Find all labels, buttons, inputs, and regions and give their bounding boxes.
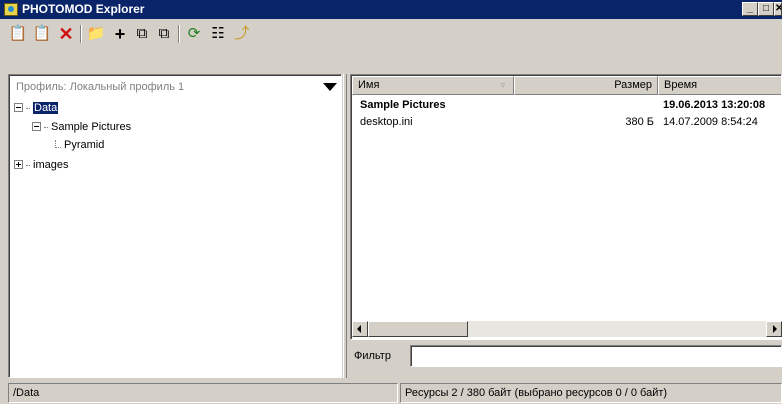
- collapse-icon[interactable]: [32, 121, 41, 131]
- tree-view-icon[interactable]: ☷: [208, 24, 228, 44]
- profile-dropdown-button[interactable]: [319, 79, 339, 95]
- tree-item-label: Data: [33, 102, 59, 114]
- toolbar-separator: [178, 25, 180, 43]
- status-path: /Data: [8, 383, 398, 403]
- close-button[interactable]: ✕: [774, 2, 782, 16]
- profile-label: Профиль: Локальный профиль 1: [16, 81, 185, 93]
- tree-item-label: Pyramid: [64, 139, 105, 151]
- scroll-thumb[interactable]: [368, 321, 468, 337]
- new-folder-icon[interactable]: 📁: [86, 24, 106, 44]
- tree-item-pyramid[interactable]: Pyramid: [55, 138, 104, 152]
- title-bar: PHOTOMOD Explorer _ □ ✕: [0, 0, 782, 19]
- window-title: PHOTOMOD Explorer: [22, 2, 145, 16]
- tree-item-label: images: [33, 159, 69, 171]
- file-list-panel: Имя ▿ Размер Время Sample Pictures 19.06…: [350, 74, 782, 340]
- row-time: 19.06.2013 13:20:08: [663, 99, 766, 111]
- tree-item-images[interactable]: images: [14, 158, 68, 172]
- status-resources: Ресурсы 2 / 380 байт (выбрано ресурсов 0…: [400, 383, 782, 403]
- tree-item-sample-pictures[interactable]: Sample Pictures: [32, 120, 131, 134]
- app-icon: [4, 3, 18, 16]
- row-name: desktop.ini: [360, 116, 413, 128]
- filter-input[interactable]: [410, 345, 782, 367]
- folder-up-icon[interactable]: ⤴: [232, 24, 252, 44]
- row-name: Sample Pictures: [360, 99, 446, 111]
- tree-panel: Профиль: Локальный профиль 1 Data Sample…: [8, 74, 342, 378]
- column-header-time[interactable]: Время: [658, 76, 781, 95]
- tree-item-label: Sample Pictures: [51, 121, 132, 133]
- refresh-icon[interactable]: ⟳: [184, 24, 204, 44]
- horizontal-scrollbar[interactable]: [352, 321, 782, 337]
- expand-icon[interactable]: [14, 159, 23, 169]
- column-header-name[interactable]: Имя ▿: [352, 76, 514, 95]
- row-size: 380 Б: [625, 116, 654, 128]
- delete-icon[interactable]: ✕: [56, 24, 76, 44]
- toolbar-separator: [80, 25, 82, 43]
- scroll-left-button[interactable]: [352, 321, 368, 337]
- paste-special-icon[interactable]: 📋: [32, 24, 52, 44]
- maximize-button[interactable]: □: [758, 2, 774, 16]
- sort-indicator-icon: ▿: [500, 80, 505, 90]
- filter-label: Фильтр: [354, 350, 391, 362]
- collapse-icon[interactable]: [14, 102, 23, 112]
- splitter[interactable]: [343, 74, 347, 378]
- column-header-size[interactable]: Размер: [514, 76, 658, 95]
- paste-icon[interactable]: 📋: [8, 24, 28, 44]
- copy-to-icon[interactable]: ⧉: [154, 24, 174, 44]
- toolbar: 📋 📋 ✕ 📁 + ⧉ ⧉ ⟳ ☷ ⤴: [0, 19, 782, 49]
- row-time: 14.07.2009 8:54:24: [663, 116, 758, 128]
- tree-item-data[interactable]: Data: [14, 101, 59, 115]
- add-icon[interactable]: +: [110, 24, 130, 44]
- copy-icon[interactable]: ⧉: [132, 24, 152, 44]
- scroll-right-button[interactable]: [766, 321, 782, 337]
- minimize-button[interactable]: _: [742, 2, 758, 16]
